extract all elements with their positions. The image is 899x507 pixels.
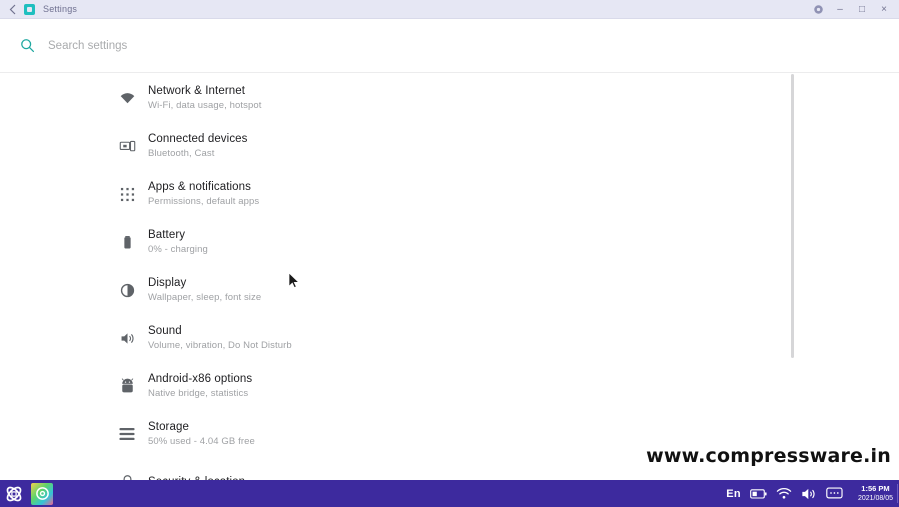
search-glyph-icon — [20, 39, 34, 53]
settings-row-network-internet[interactable]: Network & Internet Wi-Fi, data usage, ho… — [0, 74, 899, 122]
screen: Settings – □ × Search settings Network &… — [0, 0, 899, 507]
row-subtitle: Wallpaper, sleep, font size — [148, 292, 262, 303]
storage-icon — [116, 423, 138, 445]
brightness-icon — [116, 279, 138, 301]
settings-row-text: Storage 50% used - 4.04 GB free — [148, 420, 255, 448]
row-subtitle: Native bridge, statistics — [148, 388, 249, 399]
wifi-glyph-icon — [120, 92, 134, 103]
app-launcher-glyph-icon — [6, 486, 22, 501]
message-icon — [826, 487, 843, 499]
android-robot-icon — [116, 375, 138, 397]
taskbar-divider — [897, 484, 898, 503]
search-bar — [0, 19, 899, 73]
chevron-left-icon — [9, 4, 15, 14]
gear-icon — [813, 5, 823, 14]
battery-tray-icon[interactable] — [750, 488, 767, 500]
settings-list: Network & Internet Wi-Fi, data usage, ho… — [0, 74, 899, 480]
settings-row-text: Sound Volume, vibration, Do Not Disturb — [148, 324, 292, 352]
settings-list-container: Network & Internet Wi-Fi, data usage, ho… — [0, 74, 899, 480]
battery-glyph-icon — [123, 235, 131, 248]
android-robot-glyph-icon — [121, 377, 133, 392]
settings-row-text: Android-x86 options Native bridge, stati… — [148, 372, 252, 400]
taskbar-tray: En 1:56 PM 2021/08/05 — [726, 480, 893, 507]
connected-devices-icon — [116, 135, 138, 157]
row-subtitle: Wi-Fi, data usage, hotspot — [148, 100, 262, 111]
taskbar-settings-app[interactable] — [31, 482, 53, 505]
search-input[interactable] — [48, 39, 648, 52]
brightness-glyph-icon — [120, 283, 134, 297]
row-subtitle: Volume, vibration, Do Not Disturb — [148, 340, 292, 351]
battery-glyph-icon — [750, 488, 767, 499]
row-subtitle: 0% - charging — [148, 244, 208, 255]
settings-row-apps-notifications[interactable]: Apps & notifications Permissions, defaul… — [0, 170, 899, 218]
settings-row-display[interactable]: Display Wallpaper, sleep, font size — [0, 266, 899, 314]
close-button[interactable]: × — [873, 0, 895, 19]
settings-row-text: Apps & notifications Permissions, defaul… — [148, 180, 259, 208]
search-icon — [18, 37, 36, 55]
row-title: Storage — [148, 421, 189, 433]
scrollbar-thumb[interactable] — [791, 74, 794, 358]
row-title: Android-x86 options — [148, 373, 253, 385]
maximize-button[interactable]: □ — [851, 0, 873, 19]
row-subtitle: Bluetooth, Cast — [148, 148, 215, 159]
app-launcher-icon[interactable] — [0, 480, 28, 507]
settings-row-text: Network & Internet Wi-Fi, data usage, ho… — [148, 84, 262, 112]
storage-glyph-icon — [119, 427, 135, 441]
row-title: Network & Internet — [148, 85, 246, 97]
clock-time: 1:56 PM — [861, 484, 890, 493]
row-subtitle: Permissions, default apps — [148, 196, 260, 207]
back-button[interactable] — [3, 0, 21, 18]
settings-gear-icon — [35, 487, 49, 500]
minimize-button[interactable]: – — [829, 0, 851, 19]
settings-row-text: Battery 0% - charging — [148, 228, 208, 256]
apps-grid-icon — [116, 183, 138, 205]
settings-row-text: Display Wallpaper, sleep, font size — [148, 276, 261, 304]
volume-icon — [116, 327, 138, 349]
window-titlebar: Settings – □ × — [0, 0, 899, 19]
settings-row-sound[interactable]: Sound Volume, vibration, Do Not Disturb — [0, 314, 899, 362]
taskbar-clock[interactable]: 1:56 PM 2021/08/05 — [854, 484, 893, 503]
row-title: Connected devices — [148, 133, 248, 145]
lock-icon — [116, 471, 138, 480]
wifi-icon — [116, 87, 138, 109]
window-controls: – □ × — [807, 0, 895, 19]
wifi-tray-icon[interactable] — [776, 487, 792, 500]
settings-app-icon — [24, 3, 35, 15]
row-subtitle: 50% used - 4.04 GB free — [148, 436, 255, 447]
volume-glyph-icon — [802, 488, 815, 499]
taskbar: En 1:56 PM 2021/08/05 — [0, 480, 899, 507]
scrollbar-track[interactable] — [791, 74, 794, 480]
clock-date: 2021/08/05 — [857, 495, 893, 502]
row-title: Display — [148, 277, 187, 289]
battery-icon — [116, 231, 138, 253]
wifi-glyph-icon — [776, 487, 792, 499]
row-title: Apps & notifications — [148, 181, 252, 193]
connected-devices-glyph-icon — [119, 140, 135, 151]
row-title: Sound — [148, 325, 182, 337]
watermark-text: www.compressware.in — [646, 445, 891, 467]
settings-row-text: Connected devices Bluetooth, Cast — [148, 132, 248, 160]
window-title: Settings — [43, 4, 78, 14]
apps-grid-glyph-icon — [120, 187, 134, 201]
language-indicator[interactable]: En — [726, 488, 741, 500]
settings-row-android-x86-options[interactable]: Android-x86 options Native bridge, stati… — [0, 362, 899, 410]
window-settings-button[interactable] — [807, 0, 829, 19]
volume-glyph-icon — [121, 332, 134, 344]
notification-tray-icon[interactable] — [826, 487, 843, 500]
settings-row-connected-devices[interactable]: Connected devices Bluetooth, Cast — [0, 122, 899, 170]
volume-tray-icon[interactable] — [801, 487, 817, 501]
mouse-cursor — [288, 272, 300, 289]
settings-row-battery[interactable]: Battery 0% - charging — [0, 218, 899, 266]
row-title: Battery — [148, 229, 186, 241]
